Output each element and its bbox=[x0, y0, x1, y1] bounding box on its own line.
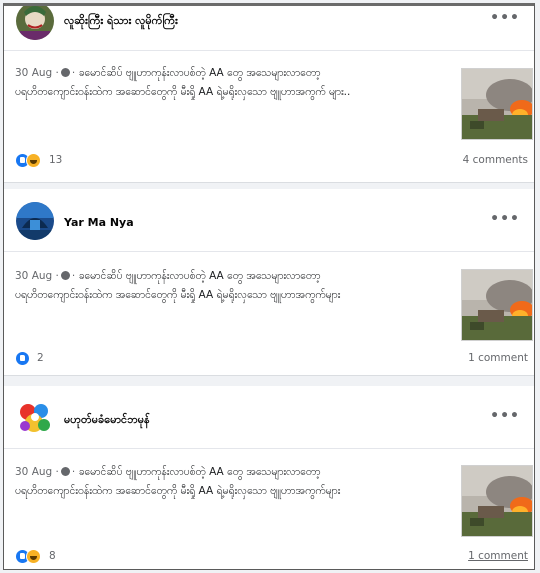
comments-link[interactable]: 1 comment bbox=[468, 352, 528, 364]
meta-separator: · bbox=[55, 466, 59, 478]
globe-icon bbox=[60, 467, 70, 476]
post-card: လူဆိုးကြီး ရဲသား လူမိုက်ကြီး ••• 30 Aug … bbox=[4, 6, 534, 183]
haha-reaction-icon bbox=[26, 549, 41, 564]
author-name[interactable]: မဟုတ်မခံမောင်ဘမုန် bbox=[64, 413, 150, 429]
reaction-count: 13 bbox=[49, 154, 63, 166]
more-options-icon[interactable]: ••• bbox=[490, 211, 520, 227]
reaction-summary[interactable]: 8 bbox=[15, 549, 75, 565]
post-text-line-1: ခမောင်ဆိပ် ဗျူဟာကုန်းလာပစ်တဲ့ AA တွေ အသေ… bbox=[78, 270, 321, 282]
post-thumbnail[interactable] bbox=[461, 269, 533, 341]
post-date[interactable]: 30 Aug bbox=[15, 67, 52, 79]
feed-window: လူဆိုးကြီး ရဲသား လူမိုက်ကြီး ••• 30 Aug … bbox=[3, 3, 535, 570]
post-text-line-2: ပရဟိတကျောင်းဝန်းထဲက အဆောင်တွေကို မီးရှို… bbox=[15, 485, 341, 497]
post-card: မဟုတ်မခံမောင်ဘမုန် ••• 30 Aug · · ခမောင်ဆ… bbox=[4, 386, 534, 569]
avatar[interactable] bbox=[16, 202, 54, 240]
like-reaction-icon bbox=[15, 351, 30, 366]
reaction-count: 8 bbox=[49, 550, 56, 562]
post-date[interactable]: 30 Aug bbox=[15, 466, 52, 478]
globe-icon bbox=[60, 271, 70, 280]
reaction-summary[interactable]: 2 bbox=[15, 351, 55, 367]
meta-separator: · bbox=[71, 466, 76, 478]
post-header: မဟုတ်မခံမောင်ဘမုန် ••• bbox=[4, 386, 534, 449]
author-name[interactable]: Yar Ma Nya bbox=[64, 216, 134, 229]
post-text-line-1: ခမောင်ဆိပ် ဗျူဟာကုန်းလာပစ်တဲ့ AA တွေ အသေ… bbox=[78, 67, 321, 79]
more-options-icon[interactable]: ••• bbox=[490, 408, 520, 424]
more-options-icon[interactable]: ••• bbox=[490, 10, 520, 26]
post-header: လူဆိုးကြီး ရဲသား လူမိုက်ကြီး ••• bbox=[4, 6, 534, 51]
post-date[interactable]: 30 Aug bbox=[15, 270, 52, 282]
meta-separator: · bbox=[71, 270, 76, 282]
post-thumbnail[interactable] bbox=[461, 68, 533, 140]
comments-link[interactable]: 1 comment bbox=[468, 550, 528, 562]
meta-separator: · bbox=[55, 67, 59, 79]
post-text-line-2: ပရဟိတကျောင်းဝန်းထဲက အဆောင်တွေကို မီးရှို… bbox=[15, 86, 351, 98]
meta-separator: · bbox=[55, 270, 59, 282]
author-name[interactable]: လူဆိုးကြီး ရဲသား လူမိုက်ကြီး bbox=[64, 14, 178, 30]
post-meta: 30 Aug · · ခမောင်ဆိပ် ဗျူဟာကုန်းလာပစ်တဲ့ … bbox=[15, 270, 320, 285]
post-header: Yar Ma Nya ••• bbox=[4, 189, 534, 252]
reaction-count: 2 bbox=[37, 352, 44, 364]
meta-separator: · bbox=[71, 67, 76, 79]
avatar[interactable] bbox=[16, 399, 54, 437]
haha-reaction-icon bbox=[26, 153, 41, 168]
post-card: Yar Ma Nya ••• 30 Aug · · ခမောင်ဆိပ် ဗျူဟ… bbox=[4, 189, 534, 376]
post-text-line-2: ပရဟိတကျောင်းဝန်းထဲက အဆောင်တွေကို မီးရှို… bbox=[15, 289, 341, 301]
avatar[interactable] bbox=[16, 6, 54, 40]
post-meta: 30 Aug · · ခမောင်ဆိပ် ဗျူဟာကုန်းလာပစ်တဲ့ … bbox=[15, 466, 320, 481]
reaction-summary[interactable]: 13 bbox=[15, 153, 75, 169]
post-thumbnail[interactable] bbox=[461, 465, 533, 537]
comments-link[interactable]: 4 comments bbox=[463, 154, 528, 166]
post-meta: 30 Aug · · ခမောင်ဆိပ် ဗျူဟာကုန်းလာပစ်တဲ့ … bbox=[15, 67, 320, 82]
globe-icon bbox=[60, 68, 70, 77]
post-text-line-1: ခမောင်ဆိပ် ဗျူဟာကုန်းလာပစ်တဲ့ AA တွေ အသေ… bbox=[78, 466, 321, 478]
